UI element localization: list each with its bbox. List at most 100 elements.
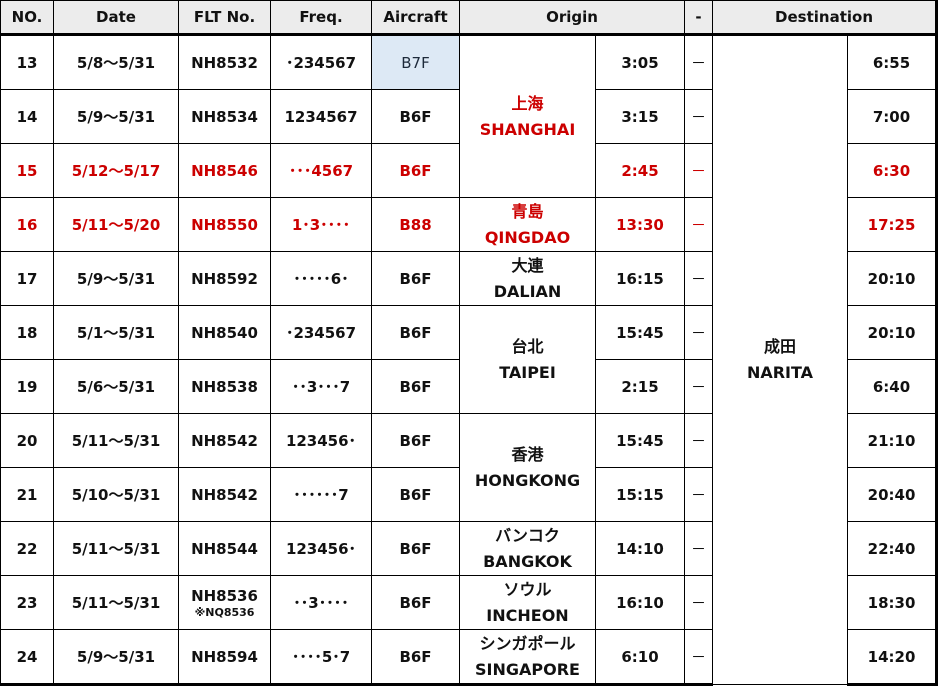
row-arrival-time: 7:00 bbox=[847, 89, 938, 144]
origin-city-en: TAIPEI bbox=[499, 362, 556, 382]
origin-city-cell: バンコク BANGKOK bbox=[459, 521, 596, 576]
origin-city-jp: 上海 bbox=[511, 93, 544, 113]
row-departure-time: 15:45 bbox=[594, 413, 686, 468]
row-no: 22 bbox=[0, 521, 54, 576]
row-aircraft: B6F bbox=[371, 467, 460, 522]
row-separator: － bbox=[684, 575, 714, 630]
origin-city-en: QINGDAO bbox=[484, 227, 571, 247]
origin-city-jp: 香港 bbox=[511, 444, 544, 464]
row-date: 5/11～5/31 bbox=[53, 413, 179, 468]
table-row: 13 5/8～5/31 NH8532 ･234567 B7F 上海 SHANGHAI 3:05… bbox=[0, 34, 938, 685]
row-date: 5/11～5/20 bbox=[53, 197, 179, 252]
row-aircraft: B6F bbox=[371, 413, 460, 468]
row-arrival-time: 6:30 bbox=[847, 143, 938, 198]
row-no: 15 bbox=[0, 143, 54, 198]
row-separator: － bbox=[684, 89, 714, 144]
row-departure-time: 15:15 bbox=[594, 467, 686, 522]
row-departure-time: 6:10 bbox=[594, 629, 686, 686]
row-separator: － bbox=[684, 197, 714, 252]
origin-city-cell: シンガポール SINGAPORE bbox=[459, 629, 596, 686]
row-separator: － bbox=[684, 359, 714, 414]
row-no: 19 bbox=[0, 359, 54, 414]
destination-city-en: NARITA bbox=[746, 363, 814, 382]
row-flight-number: NH8546 bbox=[178, 143, 271, 198]
row-separator: － bbox=[684, 251, 714, 306]
origin-city-en: SHANGHAI bbox=[479, 119, 576, 139]
origin-city-cell: 台北 TAIPEI bbox=[459, 305, 596, 414]
flight-number: NH8536 bbox=[191, 587, 258, 605]
header-freq: Freq. bbox=[270, 0, 372, 36]
origin-city-en: DALIAN bbox=[493, 281, 562, 301]
row-aircraft: B88 bbox=[371, 197, 460, 252]
origin-city-en: BANGKOK bbox=[483, 551, 572, 571]
header-date: Date bbox=[53, 0, 179, 36]
row-frequency: ･････6･ bbox=[270, 251, 372, 306]
origin-city-en: HONGKONG bbox=[474, 470, 581, 490]
row-separator: － bbox=[684, 34, 714, 90]
row-frequency: 1･3････ bbox=[270, 197, 372, 252]
row-frequency: ･･････7 bbox=[270, 467, 372, 522]
row-flight-number: NH8592 bbox=[178, 251, 271, 306]
row-departure-time: 14:10 bbox=[594, 521, 686, 576]
row-arrival-time: 22:40 bbox=[847, 521, 938, 576]
row-aircraft: B6F bbox=[371, 575, 460, 630]
row-date: 5/1～5/31 bbox=[53, 305, 179, 360]
row-flight-number: NH8544 bbox=[178, 521, 271, 576]
row-departure-time: 13:30 bbox=[594, 197, 686, 252]
row-date: 5/6～5/31 bbox=[53, 359, 179, 414]
row-no: 18 bbox=[0, 305, 54, 360]
row-separator: － bbox=[684, 521, 714, 576]
origin-city-cell: 大連 DALIAN bbox=[459, 251, 596, 306]
row-no: 13 bbox=[0, 34, 54, 90]
header-no: NO. bbox=[0, 0, 54, 36]
header-origin: Origin bbox=[458, 0, 686, 36]
row-flight-number: NH8536 ※NQ8536 bbox=[178, 575, 271, 630]
row-aircraft: B6F bbox=[371, 251, 460, 306]
row-arrival-time: 6:55 bbox=[847, 34, 938, 90]
row-flight-number: NH8534 bbox=[178, 89, 271, 144]
header-row: NO. Date FLT No. Freq. Aircraft Origin -… bbox=[0, 0, 938, 36]
origin-city-cell: 青島 QINGDAO bbox=[459, 197, 596, 252]
row-arrival-time: 21:10 bbox=[847, 413, 938, 468]
row-no: 17 bbox=[0, 251, 54, 306]
row-flight-number: NH8532 bbox=[178, 34, 271, 90]
row-aircraft: B7F bbox=[371, 34, 460, 90]
schedule-body: 13 5/8～5/31 NH8532 ･234567 B7F 上海 SHANGHAI 3:05… bbox=[0, 34, 938, 686]
destination-city-jp: 成田 bbox=[764, 337, 797, 356]
row-frequency: ･234567 bbox=[270, 34, 372, 90]
row-separator: － bbox=[684, 629, 714, 686]
row-aircraft: B6F bbox=[371, 629, 460, 686]
row-flight-number: NH8550 bbox=[178, 197, 271, 252]
row-aircraft: B6F bbox=[371, 359, 460, 414]
origin-city-jp: ソウル bbox=[503, 579, 552, 599]
row-frequency: 123456･ bbox=[270, 413, 372, 468]
row-departure-time: 3:05 bbox=[594, 34, 686, 90]
row-aircraft: B6F bbox=[371, 89, 460, 144]
codeshare-flight-note: ※NQ8536 bbox=[194, 606, 255, 619]
origin-city-jp: 台北 bbox=[511, 336, 544, 356]
flight-schedule-table: NO. Date FLT No. Freq. Aircraft Origin -… bbox=[0, 0, 938, 686]
row-date: 5/11～5/31 bbox=[53, 521, 179, 576]
row-date: 5/9～5/31 bbox=[53, 629, 179, 686]
row-date: 5/11～5/31 bbox=[53, 575, 179, 630]
row-frequency: ･･3････ bbox=[270, 575, 372, 630]
row-separator: － bbox=[684, 413, 714, 468]
row-no: 20 bbox=[0, 413, 54, 468]
row-frequency: ･234567 bbox=[270, 305, 372, 360]
row-flight-number: NH8594 bbox=[178, 629, 271, 686]
row-separator: － bbox=[684, 305, 714, 360]
origin-city-jp: シンガポール bbox=[479, 633, 576, 653]
row-no: 24 bbox=[0, 629, 54, 686]
origin-city-cell: 香港 HONGKONG bbox=[459, 413, 596, 522]
header-aircraft: Aircraft bbox=[371, 0, 460, 36]
origin-city-cell: ソウル INCHEON bbox=[459, 575, 596, 630]
row-no: 14 bbox=[0, 89, 54, 144]
row-frequency: ･･3･･･7 bbox=[270, 359, 372, 414]
row-frequency: 1234567 bbox=[270, 89, 372, 144]
origin-city-en: INCHEON bbox=[486, 605, 569, 625]
row-aircraft: B6F bbox=[371, 305, 460, 360]
row-departure-time: 2:45 bbox=[594, 143, 686, 198]
row-departure-time: 3:15 bbox=[594, 89, 686, 144]
row-departure-time: 15:45 bbox=[594, 305, 686, 360]
row-frequency: ････5･7 bbox=[270, 629, 372, 686]
